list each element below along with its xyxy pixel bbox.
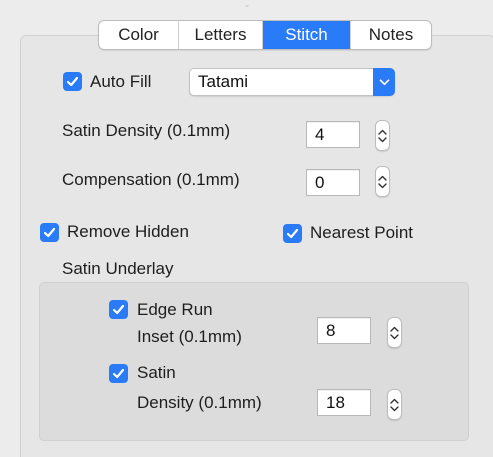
tab-stitch[interactable]: Stitch (263, 21, 351, 49)
tab-letters[interactable]: Letters (179, 21, 263, 49)
nearest-point-checkbox[interactable] (283, 224, 302, 243)
satin-density-value: 4 (315, 125, 325, 144)
satin-checkbox[interactable] (109, 364, 128, 383)
edge-run-inset-value: 8 (326, 321, 336, 340)
satin-density-sub-label: Density (0.1mm) (137, 393, 262, 412)
checkmark-icon (112, 304, 125, 315)
tab-color[interactable]: Color (99, 21, 179, 49)
auto-fill-label: Auto Fill (90, 72, 152, 91)
satin-density-label: Satin Density (0.1mm) (62, 121, 231, 140)
stepper-down-icon[interactable] (390, 333, 399, 340)
stepper-down-icon[interactable] (378, 136, 387, 143)
checkmark-icon (286, 228, 299, 239)
auto-fill-checkbox[interactable] (63, 72, 82, 91)
edge-run-label: Edge Run (137, 300, 213, 319)
satin-density-stepper[interactable] (375, 120, 390, 151)
compensation-label: Compensation (0.1mm) (62, 170, 240, 189)
stepper-up-icon[interactable] (390, 398, 399, 404)
tab-notes[interactable]: Notes (351, 21, 431, 49)
stepper-down-icon[interactable] (378, 182, 387, 189)
compensation-stepper[interactable] (375, 166, 390, 197)
satin-density-input[interactable]: 4 (306, 121, 360, 148)
stitch-settings-window: ⌄ Color Letters Stitch Notes Auto Fill T… (0, 0, 493, 457)
chevron-down-icon[interactable] (373, 68, 395, 96)
satin-underlay-title: Satin Underlay (62, 259, 174, 278)
stepper-up-icon[interactable] (390, 326, 399, 332)
edge-run-inset-label: Inset (0.1mm) (137, 327, 242, 346)
fill-type-select[interactable]: Tatami (189, 68, 395, 96)
fill-type-value: Tatami (198, 72, 249, 91)
stepper-up-icon[interactable] (378, 175, 387, 181)
compensation-value: 0 (315, 173, 325, 192)
stepper-down-icon[interactable] (390, 405, 399, 412)
edge-run-checkbox[interactable] (109, 300, 128, 319)
edge-run-inset-input[interactable]: 8 (317, 317, 371, 344)
checkmark-icon (112, 368, 125, 379)
resize-grip-icon: ⌄ (243, 0, 251, 9)
remove-hidden-checkbox[interactable] (40, 223, 59, 242)
satin-underlay-density-stepper[interactable] (387, 389, 402, 420)
satin-underlay-density-value: 18 (326, 393, 345, 412)
satin-underlay-density-input[interactable]: 18 (317, 389, 371, 416)
nearest-point-label: Nearest Point (310, 223, 413, 242)
checkmark-icon (66, 76, 79, 87)
satin-underlay-group (39, 282, 469, 441)
tab-bar: Color Letters Stitch Notes (98, 20, 432, 50)
stepper-up-icon[interactable] (378, 129, 387, 135)
compensation-input[interactable]: 0 (306, 169, 360, 196)
remove-hidden-label: Remove Hidden (67, 222, 189, 241)
checkmark-icon (43, 227, 56, 238)
satin-label: Satin (137, 363, 176, 382)
edge-run-inset-stepper[interactable] (387, 317, 402, 348)
